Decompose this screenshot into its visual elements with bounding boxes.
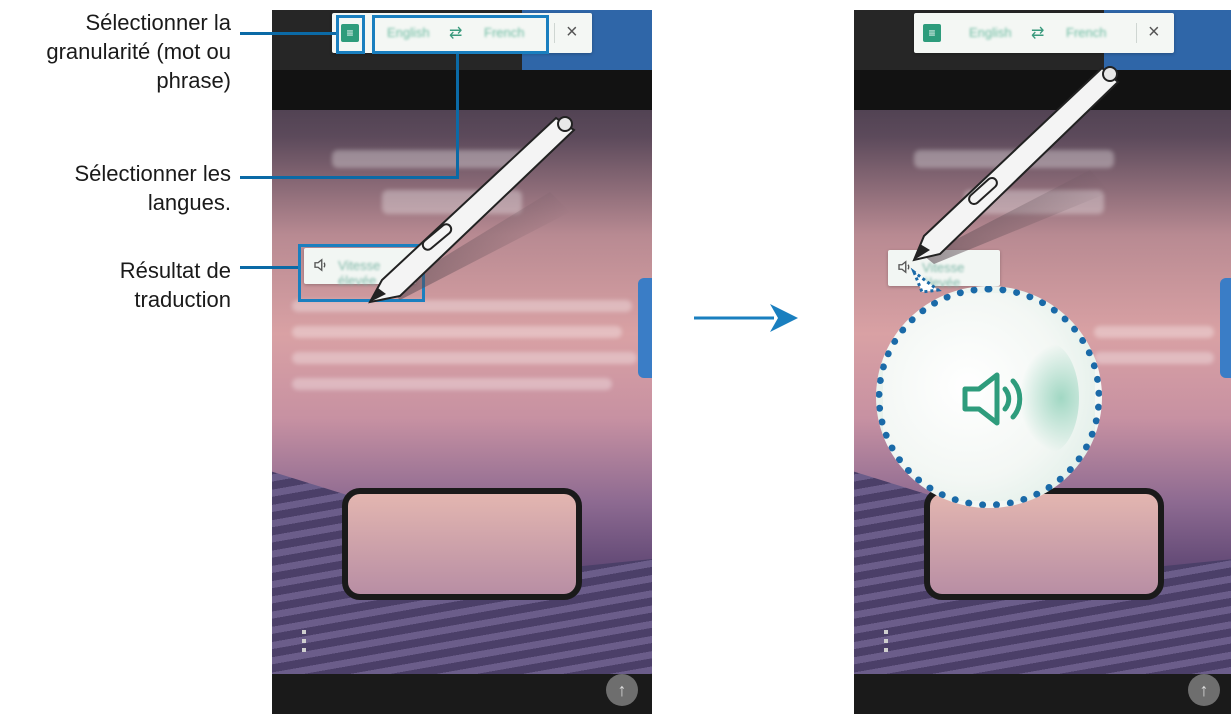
callout-result-line2: traduction — [134, 287, 231, 312]
swap-arrows-icon[interactable]: ⇄ — [1031, 23, 1044, 43]
speaker-magnifier — [876, 286, 1102, 508]
right-arrow-icon — [694, 304, 798, 332]
bottom-bar — [854, 674, 1231, 714]
callout-granularity-line2: granularité (mot ou — [46, 39, 231, 64]
target-language-button[interactable]: French — [1066, 25, 1106, 40]
highlight-languages — [372, 15, 549, 54]
phone-product-image — [924, 488, 1164, 600]
blurred-text-block — [1094, 352, 1214, 364]
callout-translation-result: Résultat de traduction — [120, 256, 231, 314]
toolbar-divider — [554, 23, 555, 43]
close-icon[interactable]: × — [1148, 21, 1160, 44]
more-options-icon[interactable] — [884, 630, 888, 652]
callout-languages-line1: Sélectionner les — [74, 161, 231, 186]
close-icon[interactable]: × — [566, 21, 578, 44]
blurred-text-block — [292, 326, 622, 338]
highlight-granularity — [336, 15, 365, 54]
callout-granularity-line3: phrase) — [156, 68, 231, 93]
arrow-up-icon[interactable]: ↑ — [1188, 674, 1220, 706]
callout-languages-line2: langues. — [147, 190, 231, 215]
s-pen-icon — [368, 116, 576, 304]
callout-line-result — [240, 266, 298, 269]
callout-granularity: Sélectionner la granularité (mot ou phra… — [46, 8, 231, 95]
callout-line-granularity — [240, 32, 336, 35]
bottom-bar — [272, 674, 652, 714]
phone-product-image — [342, 488, 582, 600]
edge-panel-handle[interactable] — [1220, 278, 1231, 378]
more-options-icon[interactable] — [302, 630, 306, 652]
s-pen-icon — [912, 66, 1120, 264]
word-mode-icon[interactable]: ≡ — [923, 24, 941, 42]
callout-granularity-line1: Sélectionner la — [85, 10, 231, 35]
edge-panel-handle[interactable] — [638, 278, 652, 378]
blurred-text-block — [1094, 326, 1214, 338]
callout-result-line1: Résultat de — [119, 258, 231, 283]
blurred-text-block — [292, 378, 612, 390]
toolbar-divider — [1136, 23, 1137, 43]
callout-languages: Sélectionner les langues. — [74, 159, 231, 217]
speaker-icon — [962, 372, 1023, 426]
black-band — [272, 70, 652, 110]
blurred-text-block — [292, 352, 637, 364]
arrow-up-icon[interactable]: ↑ — [606, 674, 638, 706]
translate-toolbar: ≡ English ⇄ French × — [914, 13, 1174, 53]
source-language-button[interactable]: English — [969, 25, 1012, 40]
